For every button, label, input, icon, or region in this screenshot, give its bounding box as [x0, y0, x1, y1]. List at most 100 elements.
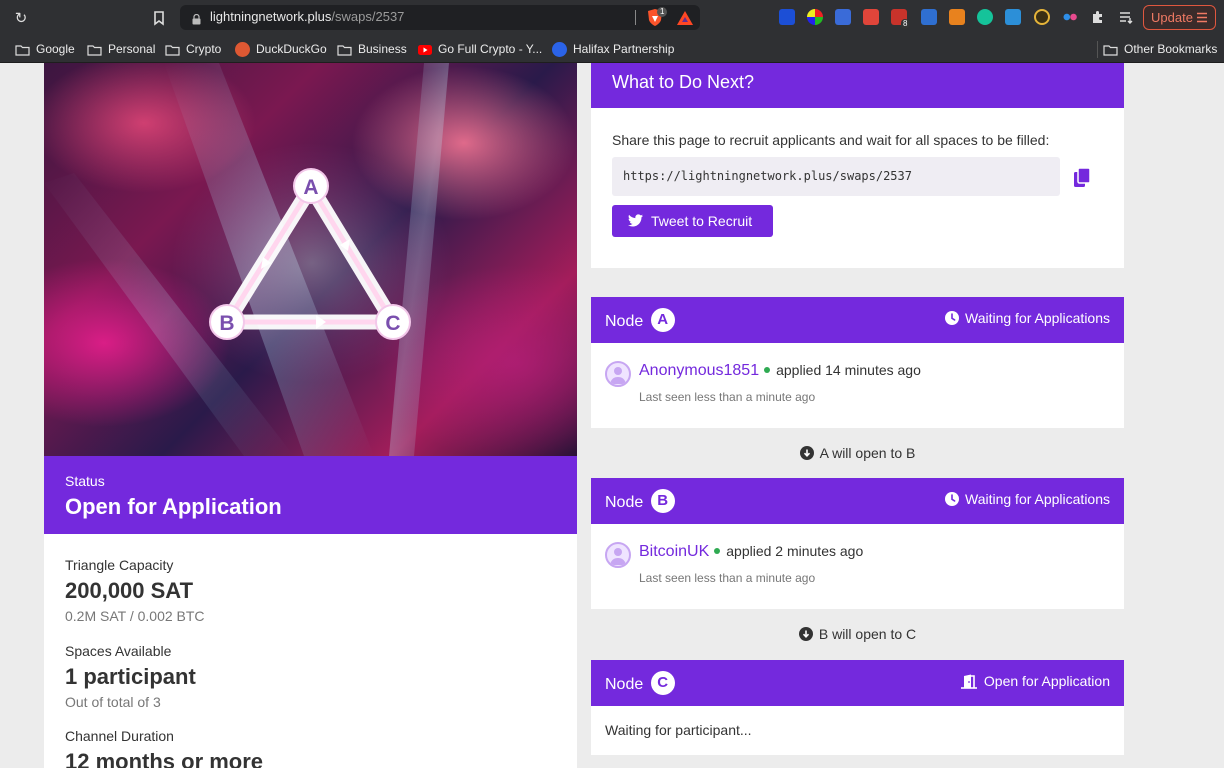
bookmark-halifax-partnership[interactable]: Halifax Partnership: [552, 41, 674, 58]
applied-time: applied 2 minutes ago: [726, 543, 864, 559]
last-seen: Last seen less than a minute ago: [639, 390, 816, 404]
bookmark-personal[interactable]: Personal: [87, 41, 155, 58]
brave-shields-badge: 1: [657, 7, 668, 17]
youtube-icon: [418, 44, 432, 55]
next-steps-header: What to Do Next?: [591, 63, 1124, 108]
share-url-field[interactable]: https://lightningnetwork.plus/swaps/2537: [612, 157, 1060, 196]
avatar: [605, 542, 631, 568]
copy-icon[interactable]: [1073, 167, 1091, 188]
extension-color-icon[interactable]: [807, 9, 823, 25]
connector-a-to-b: A will open to B: [591, 445, 1124, 461]
bookmark-label: Crypto: [186, 42, 222, 56]
bookmark-crypto[interactable]: Crypto: [165, 41, 221, 58]
reading-list-icon[interactable]: [1118, 9, 1134, 25]
node-a-title: Node A: [605, 308, 675, 334]
extension-gift-icon[interactable]: [863, 9, 879, 25]
grammarly-icon[interactable]: [977, 9, 993, 25]
node-a-applicant-line: Anonymous1851 applied 14 minutes ago: [639, 362, 921, 380]
twitter-icon: [628, 214, 643, 227]
clock-icon: [945, 311, 959, 326]
node-a-header: Node A Waiting for Applications: [591, 297, 1124, 343]
next-steps-title: What to Do Next?: [612, 72, 755, 92]
folder-icon: [337, 45, 352, 56]
url-host: lightningnetwork.plus: [210, 9, 332, 24]
extension-window-icon[interactable]: [921, 9, 937, 25]
node-prefix: Node: [605, 676, 644, 694]
triangle-illustration: A B C: [44, 63, 452, 456]
browser-toolbar: ↻ lightningnetwork.plus/swaps/2537 1 8 U…: [0, 0, 1224, 36]
share-instructions: Share this page to recruit applicants an…: [612, 132, 1050, 148]
node-a-letter-badge: A: [650, 308, 675, 332]
node-status-text: Open for Application: [983, 673, 1110, 689]
next-steps-card: What to Do Next? Share this page to recr…: [591, 63, 1124, 268]
bookmark-label: Go Full Crypto - Y...: [438, 42, 543, 56]
status-value: Open for Application: [65, 494, 282, 519]
node-b-letter-badge: B: [650, 489, 675, 513]
menu-icon: [1197, 12, 1207, 23]
applicant-name-link[interactable]: BitcoinUK: [639, 543, 709, 560]
connector-text: A will open to B: [819, 445, 916, 461]
node-c-letter-badge: C: [650, 671, 675, 695]
folder-icon: [165, 45, 180, 56]
node-a-card: Node A Waiting for Applications Anonymou…: [591, 297, 1124, 428]
node-b-header: Node B Waiting for Applications: [591, 478, 1124, 524]
bookmark-page-icon[interactable]: [151, 9, 167, 27]
folder-icon: [15, 45, 30, 56]
swap-summary-panel: A B C Status Open for Application Triang…: [44, 63, 577, 768]
tweet-button-label: Tweet to Recruit: [651, 213, 753, 229]
bookmark-go-full-crypto[interactable]: Go Full Crypto - Y...: [418, 41, 542, 58]
spaces-label: Spaces Available: [65, 643, 172, 659]
metamask-icon[interactable]: [949, 9, 965, 25]
status-label: Status: [65, 473, 105, 489]
lock-icon: [192, 12, 201, 25]
node-status-text: Waiting for Applications: [965, 491, 1110, 507]
bookmarks-bar: Google Personal Crypto DuckDuckGo Busine…: [0, 36, 1224, 63]
bookmark-duckduckgo[interactable]: DuckDuckGo: [235, 41, 327, 58]
other-bookmarks[interactable]: Other Bookmarks: [1097, 41, 1217, 58]
extension-screen-icon[interactable]: [1005, 9, 1021, 25]
node-c-header: Node C Open for Application: [591, 660, 1124, 706]
online-indicator: [764, 366, 771, 373]
status-banner: Status Open for Application: [44, 456, 577, 534]
extension-translate-icon[interactable]: [835, 9, 851, 25]
arrow-down-circle-icon: [799, 446, 814, 461]
bookmark-business[interactable]: Business: [337, 41, 407, 58]
vertex-a-label: A: [303, 176, 318, 199]
reload-icon[interactable]: ↻: [12, 9, 30, 27]
clock-icon: [945, 492, 959, 507]
node-b-applicant-line: BitcoinUK applied 2 minutes ago: [639, 543, 863, 561]
node-prefix: Node: [605, 494, 644, 512]
bookmark-label: DuckDuckGo: [256, 42, 327, 56]
address-bar[interactable]: lightningnetwork.plus/swaps/2537 1: [180, 5, 700, 30]
halifax-icon: [552, 42, 567, 58]
bookmark-google[interactable]: Google: [15, 41, 75, 58]
last-seen: Last seen less than a minute ago: [639, 571, 816, 585]
extensions-puzzle-icon[interactable]: [1090, 9, 1106, 25]
extension-trello-icon[interactable]: [779, 9, 795, 25]
applicant-name-link[interactable]: Anonymous1851: [639, 362, 759, 379]
node-a-status: Waiting for Applications: [945, 310, 1110, 326]
update-button[interactable]: Update: [1143, 5, 1216, 30]
connector-text: B will open to C: [818, 626, 917, 642]
duration-value: 12 months or more: [65, 749, 264, 768]
update-label: Update: [1151, 10, 1193, 25]
connector-b-to-c: B will open to C: [591, 626, 1124, 642]
bookmark-label: Google: [36, 42, 75, 56]
capacity-label: Triangle Capacity: [65, 557, 174, 573]
brave-rewards-icon[interactable]: [676, 10, 694, 26]
arrow-down-circle-icon: [798, 627, 813, 642]
node-a-applicant: Anonymous1851 applied 14 minutes ago Last…: [605, 361, 1105, 411]
node-c-card: Node C Open for Application Waiting for …: [591, 660, 1124, 755]
node-b-title: Node B: [605, 489, 675, 515]
node-status-text: Waiting for Applications: [965, 310, 1110, 326]
url-separator: [635, 10, 636, 25]
door-open-icon: [960, 674, 977, 689]
bookmark-label: Business: [358, 42, 407, 56]
extension-coin-icon[interactable]: [1034, 9, 1050, 25]
extension-badge: 8: [901, 19, 910, 29]
extension-dots-icon[interactable]: [1062, 9, 1078, 25]
node-c-waiting-text: Waiting for participant...: [605, 722, 752, 738]
bookmark-label: Halifax Partnership: [573, 42, 675, 56]
folder-icon: [87, 45, 102, 56]
tweet-to-recruit-button[interactable]: Tweet to Recruit: [612, 205, 773, 237]
